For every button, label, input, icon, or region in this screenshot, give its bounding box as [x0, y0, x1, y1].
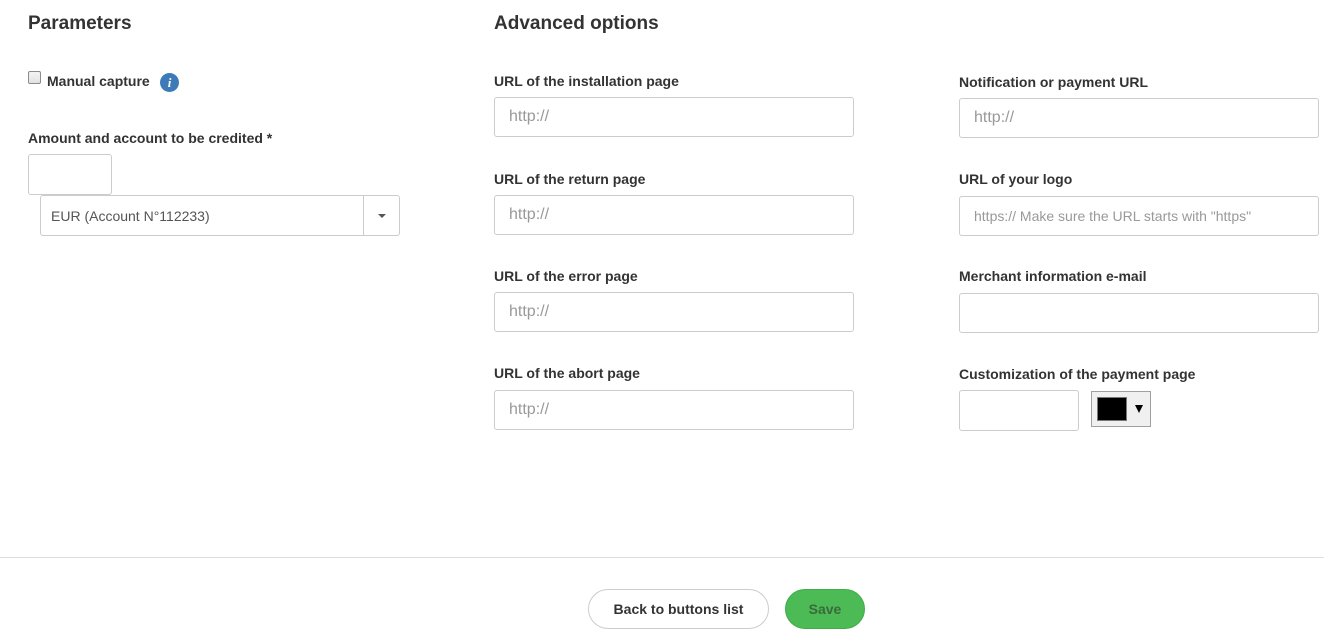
account-select-value: EUR (Account N°112233) — [51, 207, 210, 224]
manual-capture-label: Manual capture — [47, 73, 150, 89]
amount-input[interactable] — [28, 154, 112, 195]
return-url-input[interactable] — [494, 195, 854, 235]
color-picker-button[interactable] — [1091, 391, 1151, 427]
notification-url-label: Notification or payment URL — [959, 74, 1149, 90]
amount-label: Amount and account to be credited * — [28, 130, 273, 146]
advanced-options-heading: Advanced options — [494, 13, 659, 34]
parameters-heading: Parameters — [28, 13, 132, 34]
save-button[interactable]: Save — [785, 589, 865, 629]
dropdown-arrow-icon — [1135, 405, 1143, 413]
installation-url-label: URL of the installation page — [494, 73, 679, 89]
logo-url-input[interactable] — [959, 196, 1319, 236]
footer-divider — [0, 557, 1324, 558]
logo-url-label: URL of your logo — [959, 171, 1073, 187]
installation-url-input[interactable] — [494, 97, 854, 137]
customization-label: Customization of the payment page — [959, 366, 1196, 382]
abort-url-input[interactable] — [494, 390, 854, 430]
color-swatch — [1097, 397, 1127, 421]
manual-capture-checkbox[interactable] — [28, 71, 41, 84]
merchant-email-input[interactable] — [959, 293, 1319, 333]
account-select-toggle[interactable] — [363, 196, 399, 235]
notification-url-input[interactable] — [959, 98, 1319, 138]
info-icon[interactable]: i — [160, 73, 179, 92]
error-url-label: URL of the error page — [494, 268, 638, 284]
error-url-input[interactable] — [494, 292, 854, 332]
account-select[interactable]: EUR (Account N°112233) — [40, 195, 400, 236]
return-url-label: URL of the return page — [494, 171, 646, 187]
abort-url-label: URL of the abort page — [494, 365, 640, 381]
merchant-email-label: Merchant information e-mail — [959, 268, 1147, 284]
back-to-buttons-list-button[interactable]: Back to buttons list — [588, 589, 769, 629]
customization-color-input[interactable] — [959, 390, 1079, 431]
chevron-down-icon — [377, 213, 386, 218]
